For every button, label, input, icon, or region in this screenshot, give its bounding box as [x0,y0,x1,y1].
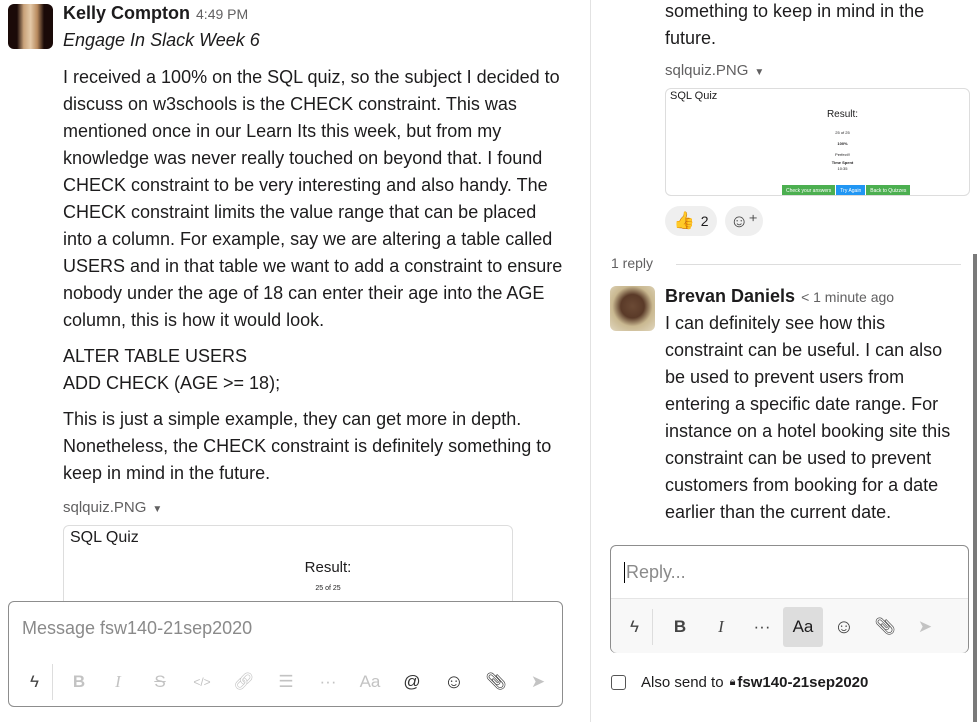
caret-down-icon[interactable]: ▼ [754,67,764,78]
quiz-details: 25 of 25 100% Perfect!! Time Spent 10:35 [831,130,854,171]
timestamp[interactable]: 4:49 PM [196,6,248,22]
code-icon[interactable]: </> [181,664,223,700]
paragraph: I received a 100% on the SQL quiz, so th… [63,67,563,330]
scrollbar[interactable] [973,254,977,722]
strikethrough-icon[interactable]: S [139,664,181,700]
avatar-kelly[interactable] [8,4,53,49]
quiz-button: Back to Quizzes [866,185,911,195]
quiz-title: SQL Quiz [70,529,139,546]
paragraph: This is just a simple example, they can … [63,409,552,483]
author-name[interactable]: Kelly Compton [63,3,190,23]
lock-icon: 🔒︎ [729,676,736,688]
emoji-icon[interactable]: ☺ [433,664,475,700]
file-name[interactable]: sqlquiz.PNG ▼ [63,499,162,516]
more-icon[interactable]: ··· [741,609,783,645]
reaction-thumbsup[interactable]: 👍 2 [665,206,717,236]
reply-timestamp[interactable]: < 1 minute ago [801,289,894,305]
divider [676,264,961,265]
message-composer[interactable]: Message fsw140-21sep2020 ϟ B I S </> 🔗︎ … [8,601,563,707]
attachment-icon[interactable]: 📎︎ [475,664,517,700]
send-icon[interactable]: ➤ [517,664,559,700]
channel-pane: Kelly Compton 4:49 PM Engage In Slack Wee… [0,0,590,722]
quiz-button: Check your answers [782,185,836,195]
italic-icon[interactable]: I [97,664,139,700]
add-reaction-icon[interactable]: ☺⁺ [725,206,763,236]
avatar-brevan[interactable] [610,286,655,331]
italic-icon[interactable]: I [701,609,741,645]
link-icon[interactable]: 🔗︎ [223,664,265,700]
quiz-buttons: Check your answers Try Again Back to Quizz… [782,179,911,195]
message-input[interactable]: Message fsw140-21sep2020 [22,618,252,639]
format-icon[interactable]: Aa [349,664,391,700]
quiz-result: Result: [826,109,859,120]
reply-body: I can definitely see how this constraint… [665,313,951,522]
code-line: ALTER TABLE USERS [63,346,248,366]
also-send-label: Also send to [641,674,724,691]
image-preview[interactable]: SQL Quiz Result: 25 of 25 100% Perfect!! Ti… [665,88,970,196]
file-name[interactable]: sqlquiz.PNG ▼ [665,62,764,79]
shortcuts-icon[interactable]: ϟ [617,609,653,645]
reply-composer[interactable]: Reply... ϟ B I ··· Aa ☺ 📎︎ ➤ [610,545,969,653]
more-icon[interactable]: ··· [307,664,349,700]
quiz-title: SQL Quiz [670,90,718,102]
thread-pane: something to keep in mind in the future. … [590,0,977,722]
attachment-icon[interactable]: 📎︎ [865,609,905,645]
code-line: ADD CHECK (AGE >= 18); [63,373,281,393]
message-body: I received a 100% on the SQL quiz, so th… [63,64,563,496]
shortcuts-icon[interactable]: ϟ [17,664,53,700]
parent-message-tail: something to keep in mind in the future. [665,1,925,48]
format-icon[interactable]: Aa [783,607,823,647]
also-send-checkbox[interactable] [611,675,626,690]
bold-icon[interactable]: B [659,609,701,645]
emoji-icon[interactable]: ☺ [823,609,865,645]
reply-count: 1 reply [611,255,654,271]
ordered-list-icon[interactable]: ☰ [265,664,307,700]
quiz-result: Result: [304,559,352,576]
message-subtitle: Engage In Slack Week 6 [63,30,260,50]
quiz-button: Try Again [836,185,866,195]
quiz-score: 25 of 25 [315,585,341,592]
mention-icon[interactable]: @ [391,664,433,700]
reply-input[interactable]: Reply... [624,562,686,583]
reply-author[interactable]: Brevan Daniels [665,286,795,306]
caret-down-icon[interactable]: ▼ [152,504,162,515]
send-icon[interactable]: ➤ [905,609,945,645]
also-send-row: Also send to 🔒︎ fsw140-21sep2020 [611,674,868,691]
channel-name[interactable]: fsw140-21sep2020 [737,674,868,691]
bold-icon[interactable]: B [61,664,97,700]
